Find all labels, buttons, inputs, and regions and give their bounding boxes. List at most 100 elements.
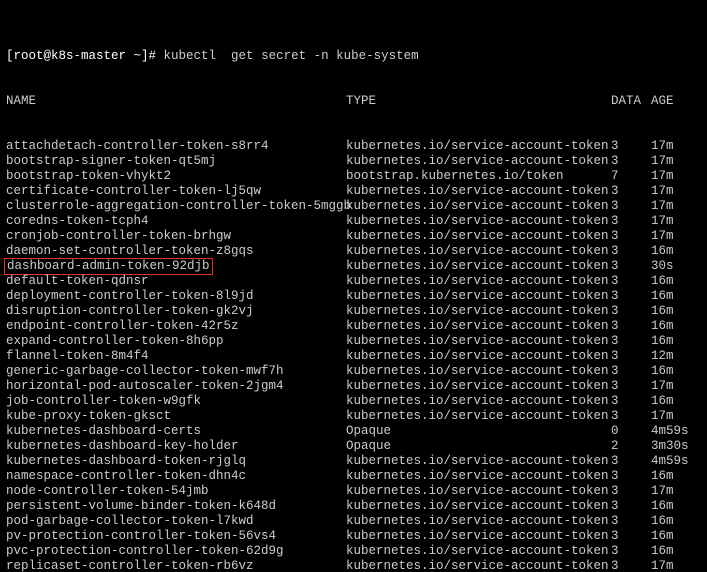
secret-type: kubernetes.io/service-account-token — [346, 229, 611, 244]
table-row: disruption-controller-token-gk2vjkuberne… — [6, 304, 701, 319]
secret-age: 17m — [651, 169, 697, 184]
secret-age: 4m59s — [651, 454, 697, 469]
secret-data-count: 3 — [611, 154, 651, 169]
table-row: bootstrap-signer-token-qt5mjkubernetes.i… — [6, 154, 701, 169]
secret-name: generic-garbage-collector-token-mwf7h — [6, 364, 346, 379]
secret-name: pod-garbage-collector-token-l7kwd — [6, 514, 346, 529]
table-row: coredns-token-tcph4kubernetes.io/service… — [6, 214, 701, 229]
table-row: generic-garbage-collector-token-mwf7hkub… — [6, 364, 701, 379]
table-row: horizontal-pod-autoscaler-token-2jgm4kub… — [6, 379, 701, 394]
secret-name: default-token-qdnsr — [6, 274, 346, 289]
secret-name: pv-protection-controller-token-56vs4 — [6, 529, 346, 544]
table-row: kubernetes-dashboard-key-holderOpaque23m… — [6, 439, 701, 454]
secret-type: kubernetes.io/service-account-token — [346, 259, 611, 274]
secret-name: node-controller-token-54jmb — [6, 484, 346, 499]
secret-age: 3m30s — [651, 439, 697, 454]
secret-data-count: 3 — [611, 364, 651, 379]
secret-type: kubernetes.io/service-account-token — [346, 184, 611, 199]
secret-name: expand-controller-token-8h6pp — [6, 334, 346, 349]
secret-name: clusterrole-aggregation-controller-token… — [6, 199, 346, 214]
secret-data-count: 3 — [611, 469, 651, 484]
secret-data-count: 3 — [611, 244, 651, 259]
shell-command: kubectl get secret -n kube-system — [164, 49, 419, 63]
secret-type: kubernetes.io/service-account-token — [346, 529, 611, 544]
secret-name: pvc-protection-controller-token-62d9g — [6, 544, 346, 559]
secret-age: 17m — [651, 559, 697, 572]
secret-age: 16m — [651, 319, 697, 334]
table-row: replicaset-controller-token-rb6vzkuberne… — [6, 559, 701, 572]
secret-name: job-controller-token-w9gfk — [6, 394, 346, 409]
secret-name: kubernetes-dashboard-certs — [6, 424, 346, 439]
secret-age: 16m — [651, 529, 697, 544]
secret-type: kubernetes.io/service-account-token — [346, 244, 611, 259]
secret-name: kube-proxy-token-gksct — [6, 409, 346, 424]
secret-name: certificate-controller-token-lj5qw — [6, 184, 346, 199]
secret-data-count: 3 — [611, 319, 651, 334]
table-header: NAMETYPEDATAAGE — [6, 94, 701, 109]
secret-age: 16m — [651, 544, 697, 559]
secret-data-count: 3 — [611, 394, 651, 409]
secret-data-count: 3 — [611, 379, 651, 394]
secret-type: kubernetes.io/service-account-token — [346, 274, 611, 289]
secret-type: kubernetes.io/service-account-token — [346, 214, 611, 229]
secret-name: dashboard-admin-token-92djb — [6, 259, 346, 274]
secret-data-count: 0 — [611, 424, 651, 439]
secret-age: 17m — [651, 484, 697, 499]
secret-age: 4m59s — [651, 424, 697, 439]
secret-type: kubernetes.io/service-account-token — [346, 409, 611, 424]
secret-age: 16m — [651, 274, 697, 289]
table-row: cronjob-controller-token-brhgwkubernetes… — [6, 229, 701, 244]
secret-age: 16m — [651, 364, 697, 379]
table-row: node-controller-token-54jmbkubernetes.io… — [6, 484, 701, 499]
col-age: AGE — [651, 94, 697, 109]
secret-age: 16m — [651, 514, 697, 529]
secret-age: 17m — [651, 409, 697, 424]
secret-type: kubernetes.io/service-account-token — [346, 349, 611, 364]
table-row: daemon-set-controller-token-z8gqskuberne… — [6, 244, 701, 259]
secret-age: 16m — [651, 289, 697, 304]
secret-age: 16m — [651, 304, 697, 319]
secret-age: 16m — [651, 334, 697, 349]
secret-name: deployment-controller-token-8l9jd — [6, 289, 346, 304]
secret-name: persistent-volume-binder-token-k648d — [6, 499, 346, 514]
secret-name: horizontal-pod-autoscaler-token-2jgm4 — [6, 379, 346, 394]
table-row: attachdetach-controller-token-s8rr4kuber… — [6, 139, 701, 154]
secret-age: 17m — [651, 379, 697, 394]
secret-type: kubernetes.io/service-account-token — [346, 379, 611, 394]
secret-name: disruption-controller-token-gk2vj — [6, 304, 346, 319]
terminal-output[interactable]: [root@k8s-master ~]# kubectl get secret … — [0, 0, 707, 572]
secret-type: kubernetes.io/service-account-token — [346, 199, 611, 214]
table-row: kube-proxy-token-gksctkubernetes.io/serv… — [6, 409, 701, 424]
secret-type: kubernetes.io/service-account-token — [346, 319, 611, 334]
secret-name: flannel-token-8m4f4 — [6, 349, 346, 364]
table-row: dashboard-admin-token-92djbkubernetes.io… — [6, 259, 701, 274]
table-row: kubernetes-dashboard-certsOpaque04m59s — [6, 424, 701, 439]
secret-type: kubernetes.io/service-account-token — [346, 544, 611, 559]
secret-name: kubernetes-dashboard-token-rjglq — [6, 454, 346, 469]
secret-type: kubernetes.io/service-account-token — [346, 154, 611, 169]
secret-data-count: 7 — [611, 169, 651, 184]
secret-type: Opaque — [346, 424, 611, 439]
command-line: [root@k8s-master ~]# kubectl get secret … — [6, 34, 701, 64]
secret-name: replicaset-controller-token-rb6vz — [6, 559, 346, 572]
secret-name: bootstrap-token-vhykt2 — [6, 169, 346, 184]
table-row: certificate-controller-token-lj5qwkubern… — [6, 184, 701, 199]
secret-data-count: 3 — [611, 514, 651, 529]
table-row: pvc-protection-controller-token-62d9gkub… — [6, 544, 701, 559]
secret-age: 17m — [651, 184, 697, 199]
secret-type: kubernetes.io/service-account-token — [346, 559, 611, 572]
table-row: job-controller-token-w9gfkkubernetes.io/… — [6, 394, 701, 409]
secret-data-count: 3 — [611, 259, 651, 274]
secret-age: 16m — [651, 244, 697, 259]
secret-data-count: 3 — [611, 184, 651, 199]
secret-age: 16m — [651, 394, 697, 409]
shell-prompt: [root@k8s-master ~]# — [6, 49, 156, 63]
secret-name: endpoint-controller-token-42r5z — [6, 319, 346, 334]
secret-type: kubernetes.io/service-account-token — [346, 514, 611, 529]
secret-type: kubernetes.io/service-account-token — [346, 484, 611, 499]
secret-data-count: 3 — [611, 349, 651, 364]
table-row: namespace-controller-token-dhn4ckubernet… — [6, 469, 701, 484]
secret-data-count: 3 — [611, 544, 651, 559]
secret-name: namespace-controller-token-dhn4c — [6, 469, 346, 484]
secret-data-count: 3 — [611, 454, 651, 469]
